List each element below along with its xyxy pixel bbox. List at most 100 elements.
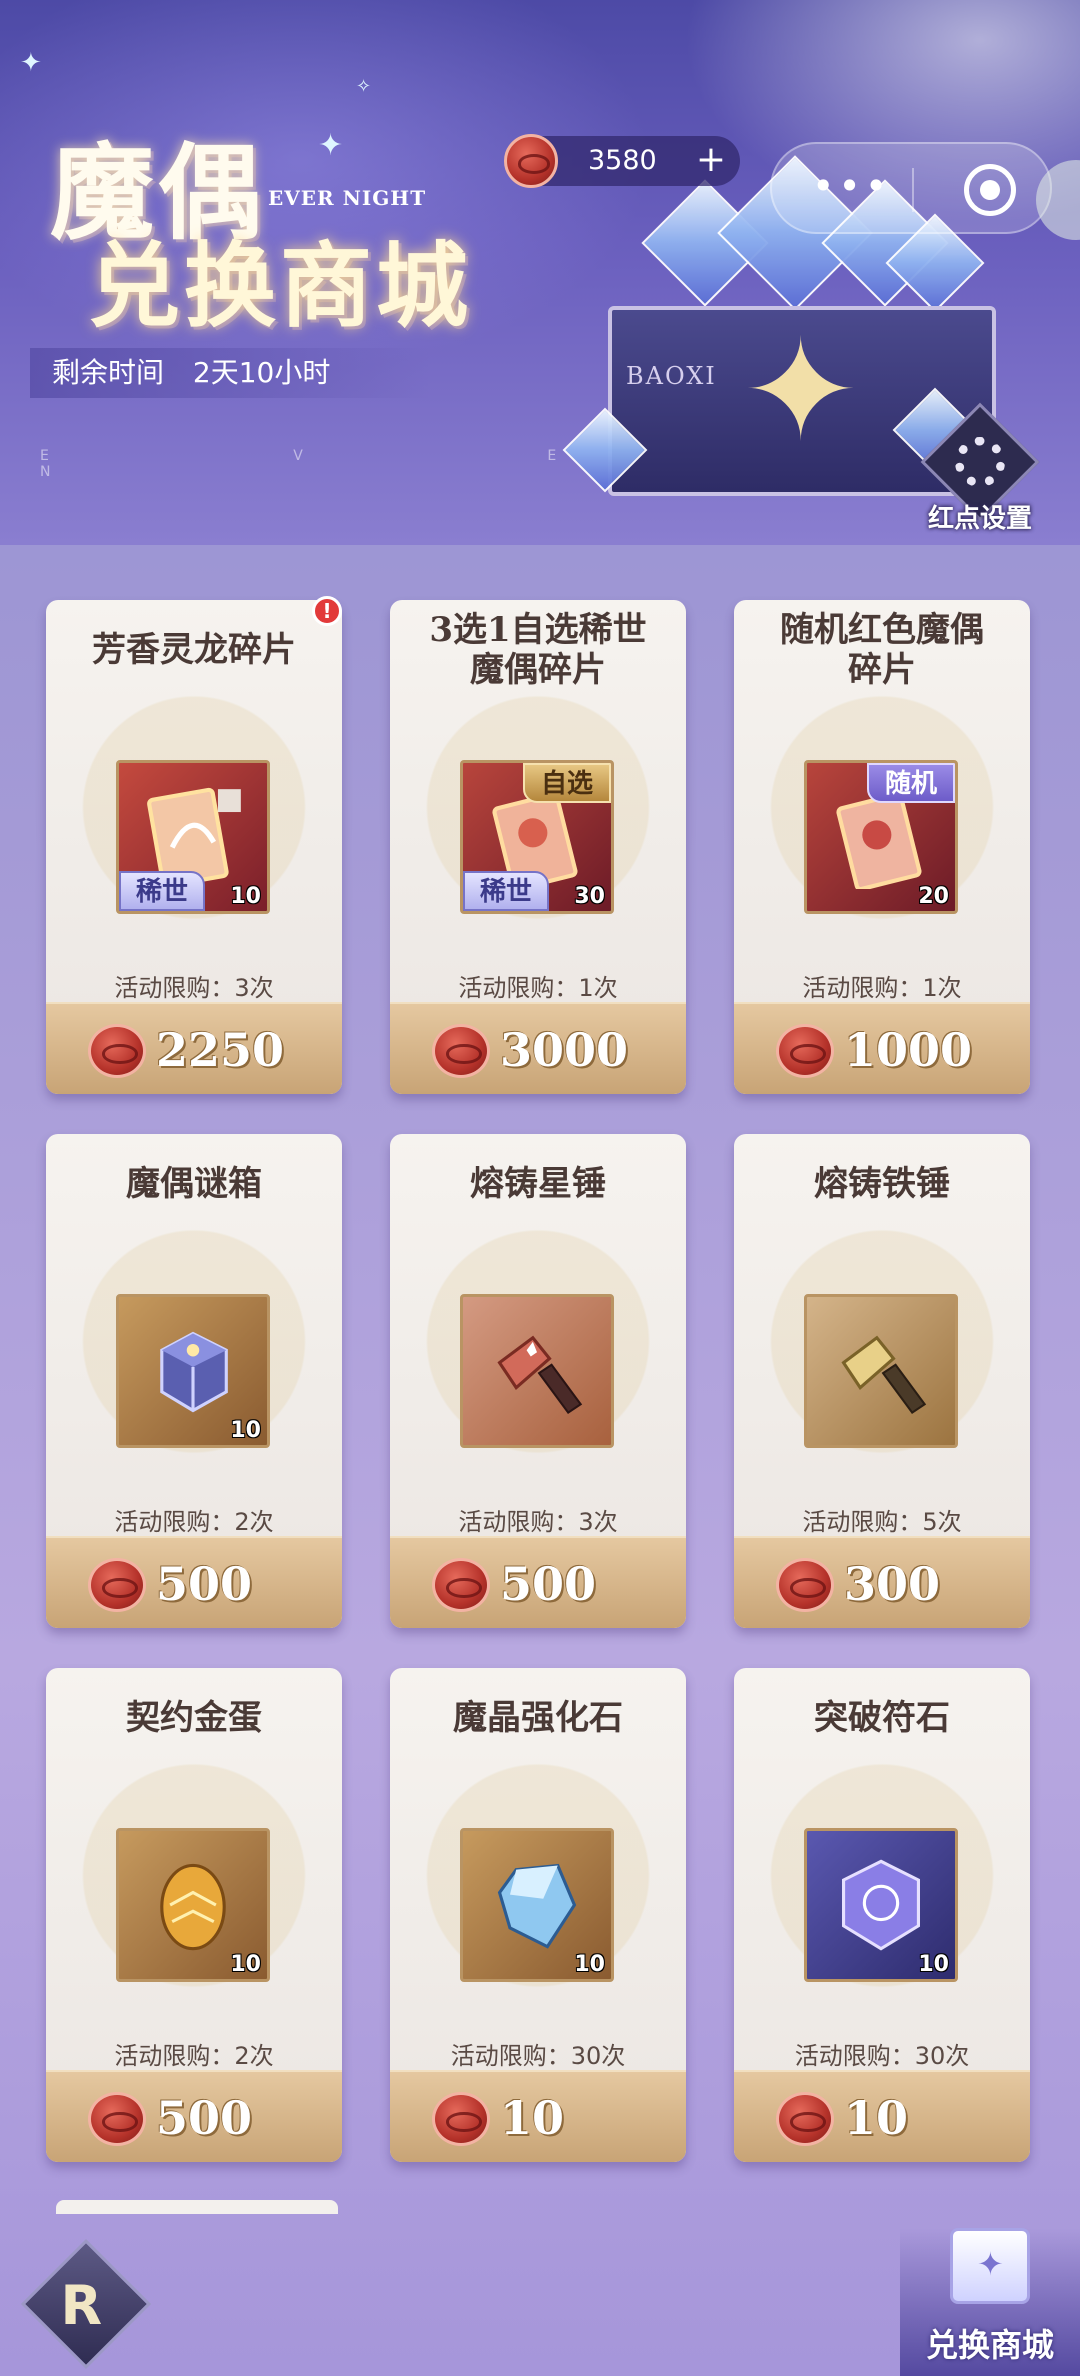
- purchase-limit: 活动限购：1次: [802, 974, 962, 1002]
- capsule-divider: [912, 168, 914, 212]
- item-price: 10: [844, 2091, 909, 2145]
- item-name: 魔偶谜箱: [126, 1164, 262, 1204]
- price-button[interactable]: 3000: [390, 1002, 686, 1094]
- exchange-shop-tab[interactable]: 兑换商城: [900, 2228, 1080, 2376]
- shop-item-card[interactable]: 3选1自选稀世 魔偶碎片 自选 稀世 30 活动限购：1次 3000: [390, 600, 686, 1094]
- item-name: 3选1自选稀世 魔偶碎片: [429, 610, 647, 690]
- shop-item-card[interactable]: 芳香灵龙碎片 稀世 10 活动限购：3次 2250: [46, 600, 342, 1094]
- rarity-label: 稀世: [119, 871, 205, 911]
- shop-item-card[interactable]: 随机红色魔偶 碎片 随机 20 活动限购：1次 1000: [734, 600, 1030, 1094]
- price-button[interactable]: 10: [390, 2070, 686, 2162]
- sparkle-icon: ✧: [356, 76, 372, 97]
- exchange-shop-label: 兑换商城: [925, 2326, 1054, 2364]
- item-price: 3000: [500, 1023, 629, 1077]
- shop-item-card[interactable]: 魔晶强化石 10 活动限购：30次 10: [390, 1668, 686, 2162]
- coin-icon: [776, 2092, 834, 2146]
- price-button[interactable]: 500: [390, 1536, 686, 1628]
- purchase-limit: 活动限购：2次: [114, 1508, 274, 1536]
- item-quantity: 10: [230, 884, 261, 909]
- item-price: 500: [500, 1557, 597, 1611]
- shop-item-card[interactable]: 契约金蛋 10 活动限购：2次 500: [46, 1668, 342, 2162]
- next-card-edge: [56, 2200, 338, 2214]
- price-button[interactable]: 500: [46, 2070, 342, 2162]
- item-name: 芳香灵龙碎片: [92, 630, 296, 670]
- currency-amount: 3580: [588, 145, 657, 176]
- remaining-time-label: 剩余时间: [52, 356, 165, 389]
- item-name: 熔铸星锤: [470, 1164, 606, 1204]
- item-quantity: 10: [574, 1952, 605, 1977]
- coin-icon: [776, 1024, 834, 1078]
- red-dot-settings-label: 红点设置: [927, 504, 1032, 534]
- item-quantity: 10: [230, 1418, 261, 1443]
- item-price: 300: [844, 1557, 941, 1611]
- purchase-limit: 活动限购：3次: [458, 1508, 618, 1536]
- coin-icon: [432, 2092, 490, 2146]
- sparkle-icon: ✦: [318, 128, 344, 163]
- item-price: 500: [156, 2091, 253, 2145]
- coin-icon: [776, 1558, 834, 1612]
- item-quantity: 30: [574, 884, 605, 909]
- coin-icon: [88, 2092, 146, 2146]
- price-button[interactable]: 500: [46, 1536, 342, 1628]
- item-icon-dragon-fragment: 稀世 10: [116, 760, 270, 914]
- rarity-label: 稀世: [463, 871, 549, 911]
- item-price: 10: [500, 2091, 565, 2145]
- sparkle-icon: ✦: [20, 48, 42, 78]
- purchase-limit: 活动限购：5次: [802, 1508, 962, 1536]
- shop-item-card[interactable]: 魔偶谜箱 10 活动限购：2次 500: [46, 1134, 342, 1628]
- remaining-time-value: 2天10小时: [192, 356, 331, 389]
- price-button[interactable]: 2250: [46, 1002, 342, 1094]
- item-quantity: 20: [918, 884, 949, 909]
- shop-title-line2: 兑换商城: [88, 232, 473, 340]
- price-button[interactable]: 10: [734, 2070, 1030, 2162]
- item-icon-puppet-box: 10: [116, 1294, 270, 1448]
- purchase-limit: 活动限购：1次: [458, 974, 618, 1002]
- add-currency-button[interactable]: +: [696, 140, 726, 180]
- item-icon-enhance-crystal: 10: [460, 1828, 614, 1982]
- item-price: 1000: [844, 1023, 973, 1077]
- miniprogram-capsule: •••: [770, 142, 1052, 234]
- close-miniprogram-button[interactable]: [964, 164, 1016, 216]
- price-button[interactable]: 1000: [734, 1002, 1030, 1094]
- item-name: 随机红色魔偶 碎片: [780, 610, 984, 690]
- item-name: 熔铸铁锤: [814, 1164, 950, 1204]
- item-icon-random-fragment: 随机 20: [804, 760, 958, 914]
- purchase-limit: 活动限购：2次: [114, 2042, 274, 2070]
- chest-label: BAOXI: [626, 362, 717, 390]
- item-icon-breakthrough-rune: 10: [804, 1828, 958, 1982]
- notification-badge: !: [312, 596, 342, 626]
- remaining-time-bar: 剩余时间 2天10小时: [30, 348, 430, 398]
- item-quantity: 10: [918, 1952, 949, 1977]
- shop-item-card[interactable]: 熔铸铁锤 活动限购：5次 300: [734, 1134, 1030, 1628]
- selectable-tag: 自选: [523, 763, 611, 803]
- item-price: 2250: [156, 1023, 285, 1077]
- purchase-limit: 活动限购：30次: [450, 2042, 626, 2070]
- item-icon-star-hammer: [460, 1294, 614, 1448]
- item-icon-selectable-fragment: 自选 稀世 30: [460, 760, 614, 914]
- shop-item-card[interactable]: 熔铸星锤 活动限购：3次 500: [390, 1134, 686, 1628]
- coin-icon: [88, 1558, 146, 1612]
- ever-night-subtitle: EVER NIGHT: [268, 186, 427, 210]
- coin-icon: [504, 134, 558, 188]
- price-button[interactable]: 300: [734, 1536, 1030, 1628]
- back-icon: R: [60, 2274, 103, 2338]
- exchange-shop-icon: [950, 2228, 1030, 2304]
- currency-balance: 3580 +: [504, 134, 740, 188]
- shop-item-card[interactable]: 突破符石 10 活动限购：30次 10: [734, 1668, 1030, 2162]
- item-price: 500: [156, 1557, 253, 1611]
- item-name: 魔晶强化石: [453, 1698, 623, 1738]
- random-tag: 随机: [867, 763, 955, 803]
- purchase-limit: 活动限购：3次: [114, 974, 274, 1002]
- red-dot-settings-button[interactable]: 红点设置: [900, 402, 1060, 540]
- item-name: 突破符石: [814, 1698, 950, 1738]
- item-quantity: 10: [230, 1952, 261, 1977]
- item-icon-golden-egg: 10: [116, 1828, 270, 1982]
- coin-icon: [432, 1558, 490, 1612]
- star-emblem-icon: ✦: [742, 310, 860, 473]
- shop-header: ✦ ✦ ✧ 魔偶 EVER NIGHT 兑换商城 剩余时间 2天10小时 E V…: [0, 0, 1080, 545]
- item-icon-iron-hammer: [804, 1294, 958, 1448]
- coin-icon: [88, 1024, 146, 1078]
- back-button[interactable]: R: [20, 2238, 152, 2370]
- more-options-button[interactable]: •••: [812, 166, 891, 206]
- coin-icon: [432, 1024, 490, 1078]
